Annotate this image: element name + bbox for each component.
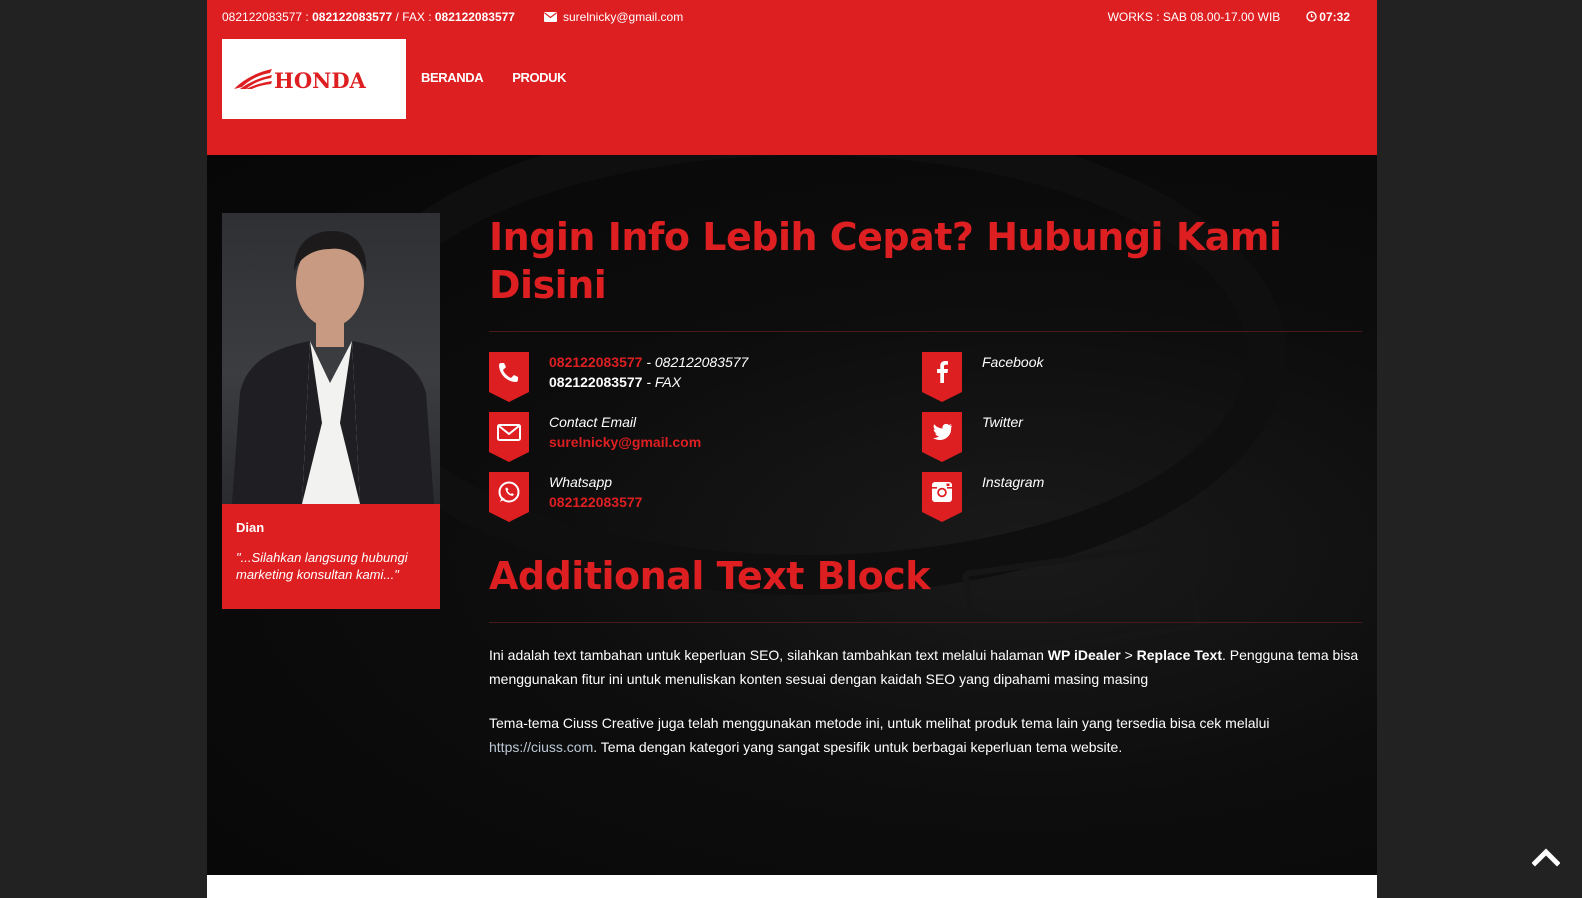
topbar-phone: 082122083577 : 082122083577 / FAX : 0821…: [222, 10, 515, 24]
honda-wing-icon: HONDA: [234, 68, 367, 93]
phone-icon: [489, 352, 529, 402]
profile-quote: "...Silahkan langsung hubungi marketing …: [236, 550, 408, 582]
facebook-label: Facebook: [982, 354, 1044, 370]
profile-card: Dian "...Silahkan langsung hubungi marke…: [222, 213, 440, 609]
footer-strip: [207, 875, 1377, 898]
topbar-email[interactable]: surelnicky@gmail.com: [544, 10, 683, 24]
chevron-up-icon[interactable]: [1532, 846, 1560, 868]
fax-label-main: - FAX: [642, 374, 682, 390]
contact-twitter[interactable]: Twitter: [922, 412, 1342, 462]
nav-item-produk[interactable]: PRODUK: [512, 70, 566, 85]
divider: [489, 331, 1362, 332]
phone-alt: 082122083577: [654, 354, 749, 370]
whatsapp-text-block: Whatsapp 082122083577: [549, 472, 642, 512]
whatsapp-label: Whatsapp: [549, 474, 613, 490]
twitter-icon: [922, 412, 962, 462]
profile-photo: [222, 213, 440, 504]
ciuss-link[interactable]: https://ciuss.com: [489, 739, 593, 755]
phone-text: 082122083577 :: [222, 10, 313, 24]
email-text-block: Contact Email surelnicky@gmail.com: [549, 412, 701, 452]
main-nav: BERANDA PRODUK: [421, 70, 595, 85]
para2-text-a: Tema-tema Ciuss Creative juga telah meng…: [489, 715, 1270, 731]
fax-number-main: 082122083577: [549, 374, 643, 390]
clock-time: 07:32: [1319, 10, 1350, 24]
contact-phone: 082122083577 - 082122083577 082122083577…: [489, 352, 909, 402]
mail-icon: [489, 412, 529, 462]
top-bar: 082122083577 : 082122083577 / FAX : 0821…: [222, 10, 1350, 28]
whatsapp-link[interactable]: 082122083577: [549, 494, 642, 510]
works-hours: WORKS : SAB 08.00-17.00 WIB: [1107, 10, 1281, 24]
contact-email: Contact Email surelnicky@gmail.com: [489, 412, 909, 462]
facebook-icon: [922, 352, 962, 402]
email-label: Contact Email: [549, 414, 637, 430]
page: 082122083577 : 082122083577 / FAX : 0821…: [207, 0, 1377, 898]
contact-whatsapp: Whatsapp 082122083577: [489, 472, 909, 522]
profile-name: Dian: [236, 520, 265, 535]
instagram-icon: [922, 472, 962, 522]
additional-heading: Additional Text Block: [489, 554, 931, 598]
additional-paragraph-1: Ini adalah text tambahan untuk keperluan…: [489, 643, 1362, 691]
divider-2: [489, 622, 1362, 623]
honda-logo[interactable]: HONDA: [222, 39, 406, 119]
phone-separator: -: [642, 354, 655, 370]
contact-facebook[interactable]: Facebook: [922, 352, 1342, 402]
fax-label: / FAX :: [392, 10, 435, 24]
envelope-icon: [544, 12, 557, 22]
profile-caption: Dian "...Silahkan langsung hubungi marke…: [222, 504, 440, 609]
para1-bold-replace-text: Replace Text: [1136, 647, 1222, 663]
instagram-label: Instagram: [982, 474, 1045, 490]
topbar-hours: WORKS : SAB 08.00-17.00 WIB 07:32: [1108, 10, 1350, 24]
contact-instagram[interactable]: Instagram: [922, 472, 1342, 522]
para1-text-a: Ini adalah text tambahan untuk keperluan…: [489, 647, 1048, 663]
contact-list: 082122083577 - 082122083577 082122083577…: [489, 352, 1362, 552]
para1-arrow: >: [1120, 647, 1137, 663]
clock-icon: [1306, 11, 1317, 22]
contact-content: Ingin Info Lebih Cepat? Hubungi Kami Dis…: [489, 213, 1362, 759]
email-link[interactable]: surelnicky@gmail.com: [549, 434, 701, 450]
nav-item-beranda[interactable]: BERANDA: [421, 70, 484, 85]
additional-paragraph-2: Tema-tema Ciuss Creative juga telah meng…: [489, 711, 1362, 759]
site-header: 082122083577 : 082122083577 / FAX : 0821…: [207, 0, 1377, 155]
clock: 07:32: [1306, 10, 1350, 24]
contact-section: Dian "...Silahkan langsung hubungi marke…: [207, 155, 1377, 875]
phone-text-block: 082122083577 - 082122083577 082122083577…: [549, 352, 748, 392]
logo-text: HONDA: [274, 68, 367, 93]
para2-text-b: . Tema dengan kategori yang sangat spesi…: [593, 739, 1123, 755]
phone-number[interactable]: 082122083577: [312, 10, 392, 24]
para1-bold-wp-idealer: WP iDealer: [1047, 647, 1121, 663]
fax-number: 082122083577: [434, 10, 515, 24]
person-image: [232, 231, 434, 504]
page-title: Ingin Info Lebih Cepat? Hubungi Kami Dis…: [489, 215, 1282, 307]
topbar-email-text: surelnicky@gmail.com: [563, 10, 684, 24]
twitter-label: Twitter: [982, 414, 1023, 430]
whatsapp-icon: [489, 472, 529, 522]
phone-link[interactable]: 082122083577: [549, 354, 642, 370]
